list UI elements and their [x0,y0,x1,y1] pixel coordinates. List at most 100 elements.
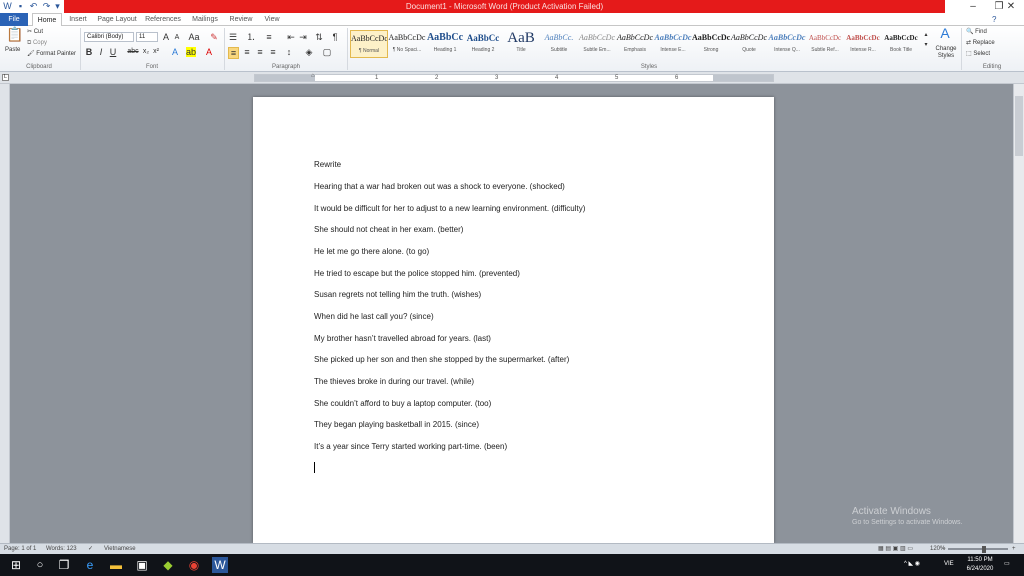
change-styles-icon[interactable]: A [938,26,952,40]
style-strong[interactable]: AaBbCcDc Strong [692,30,730,58]
task-view-icon[interactable]: ❐ [56,557,72,573]
cut-button[interactable]: ✂ Cut [27,28,43,37]
doc-line[interactable]: He tried to escape but the police stoppe… [314,268,520,279]
zoom-slider[interactable] [948,548,1008,550]
minimize-icon[interactable]: – [960,0,986,13]
customize-qat-icon[interactable]: ▾ [52,1,63,12]
style-normal[interactable]: AaBbCcDc ¶ Normal [350,30,388,58]
start-icon[interactable]: ⊞ [8,557,24,573]
style-emphasis[interactable]: AaBbCcDc Emphasis [616,30,654,58]
doc-line[interactable]: When did he last call you? (since) [314,311,434,322]
align-left-icon[interactable]: ≡ [228,47,239,59]
app-icon[interactable]: ◆ [160,557,176,573]
style-subtle-emphasis[interactable]: AaBbCcDc Subtle Em... [578,30,616,58]
doc-line[interactable]: Hearing that a war had broken out was a … [314,181,565,192]
style-subtitle[interactable]: AaBbCc. Subtitle [540,30,578,58]
tab-file[interactable]: File [0,13,28,26]
doc-line[interactable]: The thieves broke in during our travel. … [314,376,474,387]
shrink-font-icon[interactable]: A [172,33,182,43]
justify-icon[interactable]: ≡ [268,47,278,57]
decrease-indent-icon[interactable]: ⇤ [286,32,296,42]
search-icon[interactable]: ○ [32,557,48,573]
word-taskbar-icon[interactable]: W [212,557,228,573]
doc-line[interactable]: Susan regrets not telling him the truth.… [314,289,481,300]
underline-icon[interactable]: U [108,47,118,57]
bullets-icon[interactable]: ☰ [228,32,238,42]
zoom-in-icon[interactable]: + [1012,544,1016,554]
language-indicator[interactable]: Vietnamese [104,544,136,554]
align-right-icon[interactable]: ≡ [255,47,265,57]
view-buttons[interactable]: ▦ ▤ ▣ ▥ ▭ [878,544,913,554]
vertical-ruler[interactable] [0,84,10,543]
zoom-out-icon[interactable]: − [942,544,946,554]
chrome-icon[interactable]: ◉ [186,557,202,573]
style-subtle-reference[interactable]: AaBbCcDc Subtle Ref... [806,30,844,58]
format-painter-button[interactable]: 🖌 Format Painter [27,50,76,59]
help-icon[interactable]: ? [992,15,996,24]
close-icon[interactable]: ✕ [998,0,1024,13]
undo-icon[interactable]: ↶ [28,1,39,12]
show-marks-icon[interactable]: ¶ [330,32,340,42]
select-button[interactable]: ⬚ Select [966,50,990,59]
doc-line[interactable]: It’s a year since Terry started working … [314,441,507,452]
increase-indent-icon[interactable]: ⇥ [298,32,308,42]
replace-button[interactable]: ⇄ Replace [966,39,995,48]
font-name-box[interactable]: Calibri (Body) [84,32,134,42]
file-explorer-icon[interactable]: ▬ [108,557,124,573]
grow-font-icon[interactable]: A [160,32,172,42]
store-icon[interactable]: ▣ [134,557,150,573]
style-title[interactable]: AaB Title [502,30,540,58]
superscript-icon[interactable]: x² [152,47,160,57]
redo-icon[interactable]: ↷ [41,1,52,12]
text-effects-icon[interactable]: A [170,47,180,57]
paste-button[interactable]: Paste [5,46,20,55]
change-styles-button[interactable]: Change Styles [932,46,960,60]
tray-icons[interactable]: ^ ◣ ◉ [904,559,920,570]
bold-icon[interactable]: B [84,47,94,57]
doc-heading[interactable]: Rewrite [314,159,341,170]
doc-line[interactable]: She picked up her son and then she stopp… [314,354,569,365]
clear-formatting-icon[interactable]: ✎ [208,32,220,42]
style-intense-quote[interactable]: AaBbCcDc Intense Q... [768,30,806,58]
borders-icon[interactable]: ▢ [322,47,332,57]
tab-view[interactable]: View [258,13,286,26]
document-page[interactable]: Rewrite Hearing that a war had broken ou… [253,97,774,543]
word-count[interactable]: Words: 123 [46,544,77,554]
multilevel-list-icon[interactable]: ≡ [264,32,274,42]
page-count[interactable]: Page: 1 of 1 [4,544,36,554]
scrollbar-thumb[interactable] [1015,96,1023,156]
highlight-icon[interactable]: ab [186,47,196,57]
tab-home[interactable]: Home [32,13,62,27]
doc-line[interactable]: They began playing basketball in 2015. (… [314,419,479,430]
doc-line[interactable]: My brother hasn’t travelled abroad for y… [314,333,491,344]
font-color-icon[interactable]: A [204,47,214,57]
edge-icon[interactable]: e [82,557,98,573]
find-button[interactable]: 🔍 Find [966,28,987,37]
style-intense-reference[interactable]: AaBbCcDc Intense R... [844,30,882,58]
horizontal-ruler[interactable]: ⌂ 1 2 3 4 5 6 [254,73,774,82]
shading-icon[interactable]: ◈ [304,47,314,57]
tab-insert[interactable]: Insert [64,13,92,26]
tab-selector-icon[interactable]: L [2,74,9,81]
paste-icon[interactable]: 📋 [6,27,23,45]
style-book-title[interactable]: AaBbCcDc Book Title [882,30,920,58]
style-no-spacing[interactable]: AaBbCcDc ¶ No Spaci... [388,30,426,58]
notifications-icon[interactable]: ▭ [1004,559,1010,570]
doc-line[interactable]: It would be difficult for her to adjust … [314,203,585,214]
indent-marker-icon[interactable]: ⌂ [311,73,315,79]
change-case-icon[interactable]: Aa [188,32,200,42]
style-intense-emphasis[interactable]: AaBbCcDc Intense E... [654,30,692,58]
subscript-icon[interactable]: x₂ [142,47,150,57]
numbering-icon[interactable]: ⒈ [246,32,256,42]
vertical-scrollbar[interactable] [1013,84,1024,543]
style-heading-2[interactable]: AaBbCc Heading 2 [464,30,502,58]
styles-scroll-icon[interactable]: ▴ ▾ [922,30,930,50]
proofing-icon[interactable]: ✓ [88,544,93,554]
sort-icon[interactable]: ⇅ [314,32,324,42]
style-heading-1[interactable]: AaBbCc Heading 1 [426,30,464,58]
style-quote[interactable]: AaBbCcDc Quote [730,30,768,58]
input-language[interactable]: VIE [944,559,954,570]
save-icon[interactable]: ▪ [15,1,26,12]
line-spacing-icon[interactable]: ↕ [284,47,294,57]
copy-button[interactable]: ⧉ Copy [27,39,47,48]
